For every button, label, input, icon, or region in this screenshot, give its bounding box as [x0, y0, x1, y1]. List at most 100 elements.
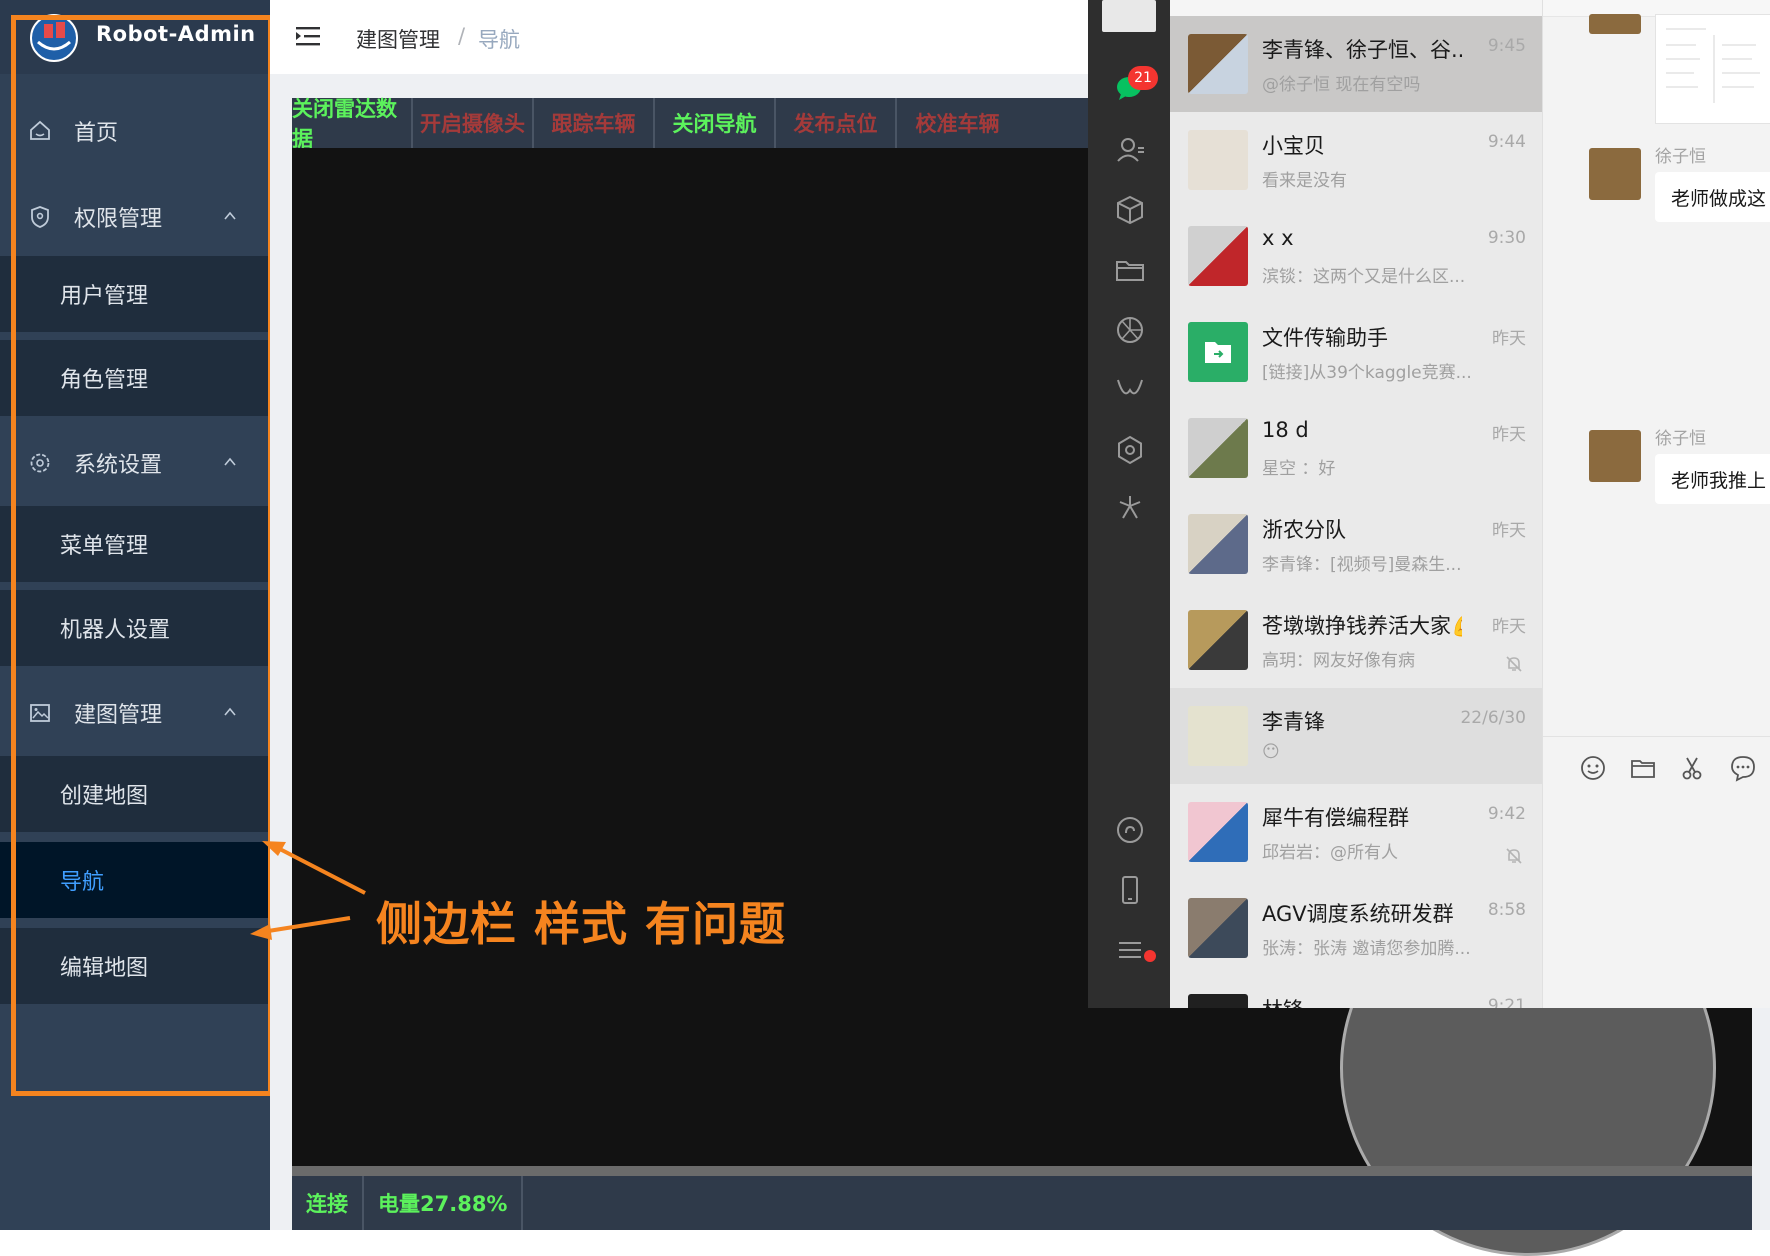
chat-item[interactable]: 18 d 昨天 星空 ：好: [1170, 400, 1542, 496]
chat-history-icon[interactable]: [1729, 754, 1757, 782]
sidebar: Robot-Admin 首页 权限管理 用户管理 角色管理 系统设置 菜单管理: [0, 0, 270, 1230]
sidebar-item-edit-map[interactable]: 编辑地图: [0, 928, 270, 1004]
message-sender: 徐子恒: [1655, 147, 1706, 167]
chat-time: 8:58: [1487, 900, 1526, 920]
chat-item[interactable]: 李青锋 22/6/30 😶: [1170, 688, 1542, 784]
chat-name: 苍墩墩挣钱养活大家💪: [1262, 614, 1462, 638]
shield-icon: [28, 205, 52, 229]
wechat-conversation-pane: 徐子恒 老师做成这 徐子恒 老师我推上: [1542, 0, 1770, 1008]
chat-item[interactable]: AGV调度系统研发群 8:58 张涛：张涛 邀请您参加腾...: [1170, 880, 1542, 976]
document-thumbnail[interactable]: [1655, 14, 1770, 124]
notification-dot: [1144, 950, 1156, 962]
cube-icon[interactable]: [1114, 194, 1146, 226]
mini-program-icon[interactable]: [1114, 434, 1146, 466]
sidebar-item-navigation[interactable]: 导航: [0, 842, 270, 918]
contact-avatar: [1188, 706, 1248, 766]
contact-avatar: [1188, 130, 1248, 190]
chat-item[interactable]: x x 9:30 滨锬：这两个又是什么区...: [1170, 208, 1542, 304]
chat-preview: 李青锋：[视频号]曼森生...: [1262, 555, 1462, 575]
chat-item[interactable]: 李青锋、徐子恒、谷... 9:45 @徐子恒 现在有空吗: [1170, 16, 1542, 112]
menu-icon[interactable]: [1114, 934, 1146, 966]
chat-time: 9:44: [1487, 132, 1526, 152]
chat-item[interactable]: 浙农分队 昨天 李青锋：[视频号]曼森生...: [1170, 496, 1542, 592]
message-bubble[interactable]: 老师做成这: [1655, 172, 1770, 222]
chat-name: 浙农分队: [1262, 518, 1346, 542]
sender-avatar[interactable]: [1589, 148, 1641, 200]
chat-time: 9:42: [1487, 804, 1526, 824]
sidebar-item-label: 首页: [74, 121, 119, 146]
message-bubble[interactable]: 老师我推上: [1655, 454, 1770, 504]
sidebar-item-map-management[interactable]: 建图管理: [0, 666, 270, 760]
chat-name: 18 d: [1262, 418, 1309, 442]
toggle-radar-button[interactable]: 关闭雷达数据: [292, 97, 413, 151]
chevron-up-icon: [222, 704, 238, 720]
hamburger-icon[interactable]: [294, 24, 322, 50]
calibrate-vehicle-button[interactable]: 校准车辆: [897, 98, 1018, 148]
input-divider: [1543, 736, 1770, 737]
home-icon: [28, 119, 52, 143]
phone-icon[interactable]: [1114, 874, 1146, 906]
chat-item[interactable]: 犀牛有偿编程群 9:42 邱岩岩：@所有人: [1170, 784, 1542, 880]
chat-preview: [链接]从39个kaggle竞赛...: [1262, 363, 1472, 383]
sidebar-logo-row[interactable]: Robot-Admin: [0, 0, 270, 74]
toggle-navigation-button[interactable]: 关闭导航: [655, 98, 776, 148]
sidebar-item-label: 菜单管理: [60, 534, 149, 559]
mute-bell-icon: [1504, 654, 1524, 674]
sidebar-item-label: 权限管理: [74, 207, 163, 232]
miniapp-link-icon[interactable]: [1114, 814, 1146, 846]
folder-icon[interactable]: [1114, 254, 1146, 286]
wechat-chat-list: 李青锋、徐子恒、谷... 9:45 @徐子恒 现在有空吗 小宝贝 9:44 看来…: [1170, 0, 1542, 1008]
chat-item[interactable]: 苍墩墩挣钱养活大家💪 昨天 高玥：网友好像有病: [1170, 592, 1542, 688]
chat-item[interactable]: 文件传输助手 昨天 [链接]从39个kaggle竞赛...: [1170, 304, 1542, 400]
group-avatar: [1188, 610, 1248, 670]
chat-name: AGV调度系统研发群: [1262, 902, 1454, 926]
file-transfer-avatar: [1188, 322, 1248, 382]
contacts-icon[interactable]: [1114, 134, 1146, 166]
annotation-text: 侧边栏 样式 有问题: [376, 897, 787, 951]
search-spark-icon[interactable]: [1114, 492, 1146, 524]
unread-badge: 21: [1128, 66, 1158, 90]
group-avatar: [1188, 418, 1248, 478]
control-toolbar: 关闭雷达数据 开启摄像头 跟踪车辆 关闭导航 发布点位 校准车辆: [292, 97, 1092, 151]
chevron-up-icon: [222, 454, 238, 470]
app-title: Robot-Admin: [96, 22, 256, 46]
group-avatar: [1188, 226, 1248, 286]
chat-item[interactable]: 林锋 9:21: [1170, 976, 1542, 1008]
chat-time: 9:45: [1487, 36, 1526, 56]
sidebar-item-users[interactable]: 用户管理: [0, 256, 270, 332]
user-avatar[interactable]: [1102, 0, 1156, 32]
chat-time: 9:21: [1487, 996, 1526, 1008]
chat-name: 文件传输助手: [1262, 326, 1388, 350]
chat-name: 犀牛有偿编程群: [1262, 806, 1409, 830]
wechat-nav-rail: 21: [1088, 0, 1170, 1008]
sidebar-item-home[interactable]: 首页: [0, 84, 270, 178]
sidebar-item-robot-settings[interactable]: 机器人设置: [0, 590, 270, 666]
chat-list-top-bar: [1170, 0, 1542, 16]
chat-name: 小宝贝: [1262, 134, 1325, 158]
sidebar-item-permissions[interactable]: 权限管理: [0, 170, 270, 264]
track-vehicle-button[interactable]: 跟踪车辆: [534, 98, 655, 148]
channels-icon[interactable]: [1114, 374, 1146, 406]
top-header: 建图管理 / 导航: [270, 0, 1090, 75]
publish-point-button[interactable]: 发布点位: [776, 98, 897, 148]
sidebar-item-roles[interactable]: 角色管理: [0, 340, 270, 416]
chat-preview: @徐子恒 现在有空吗: [1262, 75, 1421, 95]
sender-avatar[interactable]: [1589, 430, 1641, 482]
chat-item[interactable]: 小宝贝 9:44 看来是没有: [1170, 112, 1542, 208]
chat-preview: 邱岩岩：@所有人: [1262, 843, 1398, 863]
canvas-scrollbar[interactable]: [292, 1166, 1752, 1176]
toggle-camera-button[interactable]: 开启摄像头: [413, 98, 534, 148]
sidebar-item-menu-management[interactable]: 菜单管理: [0, 506, 270, 582]
moments-icon[interactable]: [1114, 314, 1146, 346]
chat-time: 昨天: [1492, 521, 1526, 541]
chevron-up-icon: [222, 208, 238, 224]
sidebar-item-label: 建图管理: [74, 703, 163, 728]
scissors-icon[interactable]: [1679, 754, 1707, 782]
sidebar-item-create-map[interactable]: 创建地图: [0, 756, 270, 832]
breadcrumb-current: 导航: [478, 28, 520, 52]
contact-avatar: [1188, 994, 1248, 1008]
emoji-icon[interactable]: [1579, 754, 1607, 782]
folder-icon[interactable]: [1629, 754, 1657, 782]
sidebar-item-system-settings[interactable]: 系统设置: [0, 416, 270, 510]
breadcrumb-item[interactable]: 建图管理: [356, 24, 440, 54]
